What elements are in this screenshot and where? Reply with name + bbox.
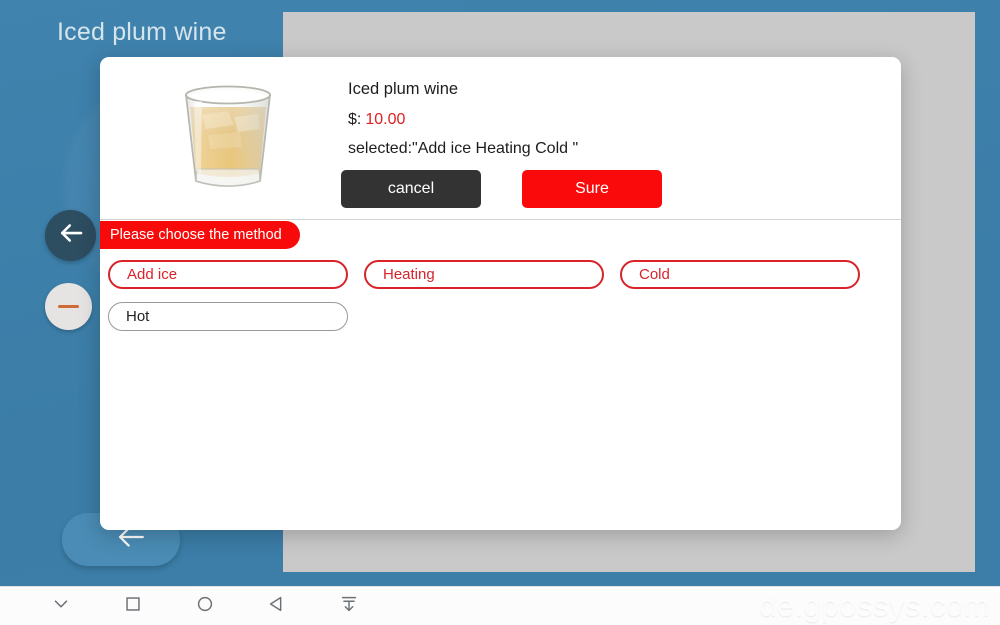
selected-summary: selected:"Add ice Heating Cold ": [348, 140, 579, 157]
divider: [100, 219, 901, 220]
product-name: Iced plum wine: [348, 80, 459, 98]
dialog-header: Iced plum wine $: 10.00 selected:"Add ice…: [100, 57, 901, 219]
option-pill[interactable]: Heating: [364, 260, 604, 289]
cancel-button[interactable]: cancel: [341, 170, 481, 208]
back-button[interactable]: [45, 210, 96, 261]
decrement-button[interactable]: [45, 283, 92, 330]
circle-icon: [194, 593, 216, 620]
collapse-down-icon: [338, 593, 360, 620]
option-pill[interactable]: Add ice: [108, 260, 348, 289]
minus-icon: [58, 305, 79, 308]
section-badge-method: Please choose the method: [100, 221, 300, 249]
back-arrow-icon: [56, 218, 86, 253]
navbar-collapse-button[interactable]: [313, 587, 385, 625]
dialog-actions: cancel Sure: [341, 170, 662, 208]
product-image: [145, 69, 310, 199]
navbar-hide-keyboard-button[interactable]: [25, 587, 97, 625]
price-row: $: 10.00: [348, 111, 901, 129]
price-value: 10.00: [365, 111, 406, 128]
confirm-button[interactable]: Sure: [522, 170, 662, 208]
navbar-recents-button[interactable]: [97, 587, 169, 625]
option-list: Add ice Heating Cold Hot: [108, 260, 893, 331]
option-pill[interactable]: Hot: [108, 302, 348, 331]
triangle-back-icon: [266, 593, 288, 620]
navbar-back-button[interactable]: [241, 587, 313, 625]
android-navbar: [0, 586, 1000, 625]
option-pill[interactable]: Cold: [620, 260, 860, 289]
whisky-glass-icon: [184, 85, 271, 187]
page-title: Iced plum wine: [57, 18, 227, 46]
chevron-down-icon: [50, 593, 72, 620]
square-icon: [122, 593, 144, 620]
navbar-home-button[interactable]: [169, 587, 241, 625]
product-option-dialog: Iced plum wine $: 10.00 selected:"Add ice…: [100, 57, 901, 530]
screen-root: Iced plum wine Iced plum wine $: 10.00 s…: [0, 0, 1000, 625]
price-label: $:: [348, 111, 362, 128]
